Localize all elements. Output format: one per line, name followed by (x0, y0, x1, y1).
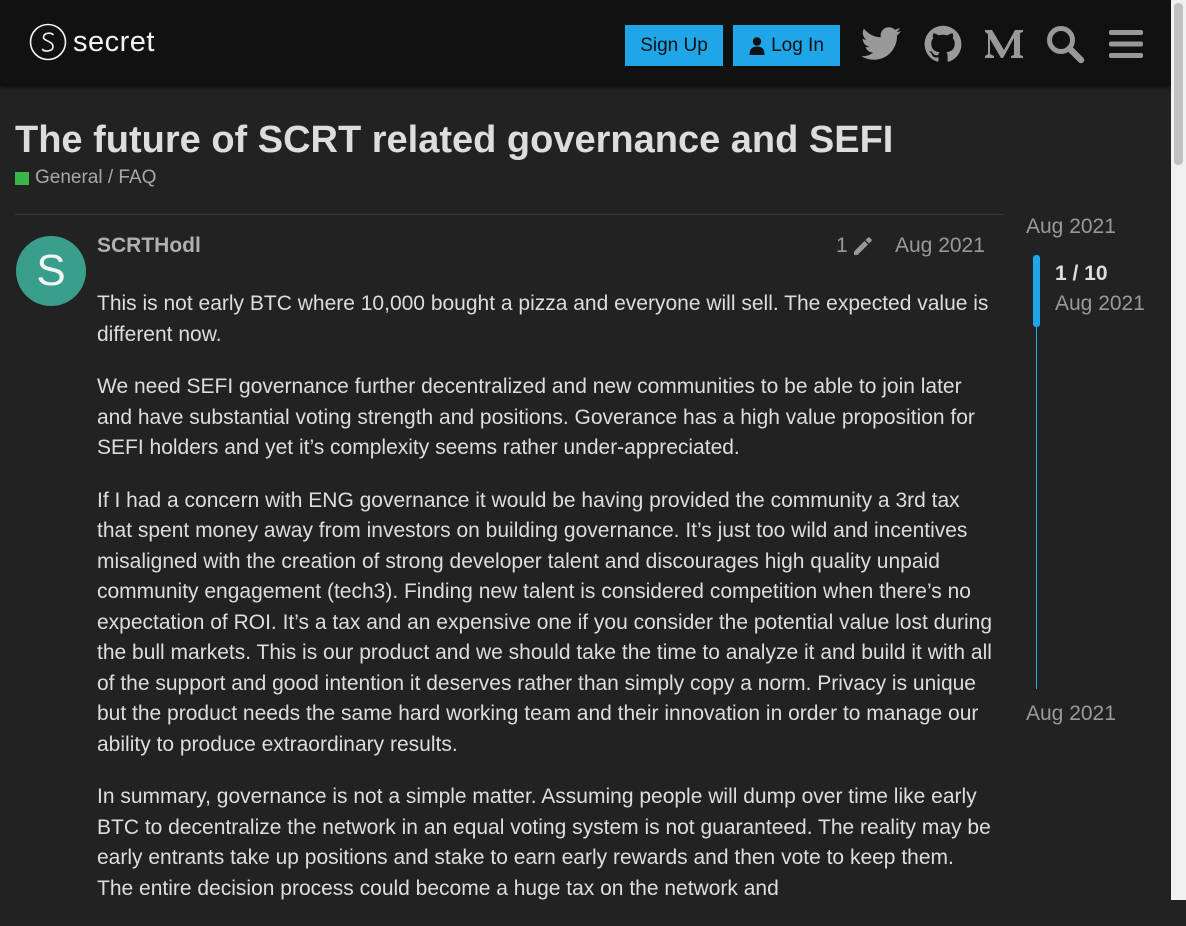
medium-icon[interactable] (982, 22, 1026, 66)
edit-history-button[interactable]: 1 (836, 234, 874, 258)
post-paragraph: In summary, governance is not a simple m… (97, 785, 991, 900)
pencil-icon (853, 237, 872, 255)
sign-up-button[interactable]: Sign Up (625, 25, 723, 66)
hamburger-menu-icon[interactable] (1104, 22, 1148, 66)
timeline-end-date[interactable]: Aug 2021 (1026, 702, 1116, 726)
category-color-swatch (15, 171, 29, 185)
edit-count: 1 (836, 234, 848, 257)
post-username[interactable]: SCRTHodl (97, 234, 201, 258)
logo-text: secret (73, 25, 155, 58)
avatar-letter: S (36, 246, 66, 295)
twitter-icon[interactable] (860, 22, 904, 66)
site-header: secret Sign Up Log In (0, 0, 1171, 86)
post-paragraph: We need SEFI governance further decentra… (97, 375, 975, 459)
search-icon[interactable] (1043, 22, 1087, 66)
category-badge[interactable]: General / FAQ (15, 167, 156, 189)
site-logo[interactable]: secret (29, 23, 155, 61)
category-label: General / FAQ (35, 167, 157, 188)
log-in-button[interactable]: Log In (733, 25, 840, 66)
post-paragraph: This is not early BTC where 10,000 bough… (97, 292, 989, 346)
post-date[interactable]: Aug 2021 (895, 234, 985, 258)
page-scrollbar[interactable] (1171, 0, 1186, 900)
secret-logo-icon (29, 23, 67, 61)
avatar[interactable]: S (16, 236, 86, 306)
github-icon[interactable] (921, 22, 965, 66)
timeline-start-date[interactable]: Aug 2021 (1026, 215, 1116, 239)
post-paragraph: If I had a concern with ENG governance i… (97, 488, 993, 756)
sign-up-label: Sign Up (640, 34, 708, 56)
topic-title[interactable]: The future of SCRT related governance an… (15, 119, 893, 162)
timeline-position-date: Aug 2021 (1055, 292, 1145, 315)
timeline-scroller-handle[interactable] (1033, 255, 1040, 327)
timeline-position: 1 / 10 (1055, 262, 1108, 285)
scrollbar-thumb[interactable] (1174, 3, 1183, 165)
log-in-label: Log In (771, 34, 824, 56)
title-divider (15, 214, 1004, 215)
user-icon (749, 36, 765, 55)
post-body: This is not early BTC where 10,000 bough… (97, 289, 992, 926)
